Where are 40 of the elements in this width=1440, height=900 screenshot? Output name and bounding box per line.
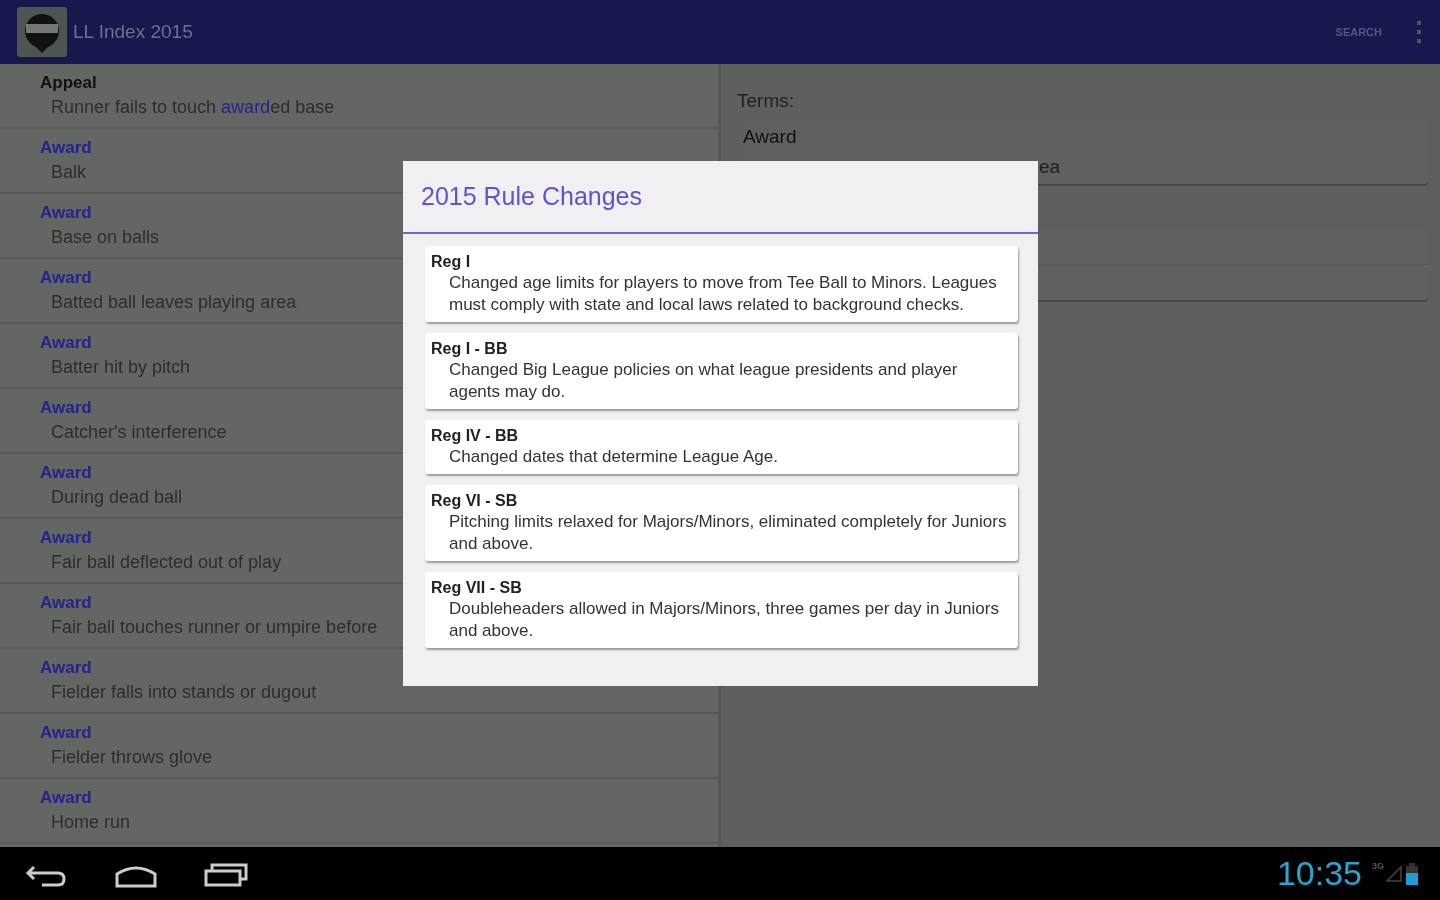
entry-title: Award xyxy=(40,722,92,744)
app-title: LL Index 2015 xyxy=(73,21,193,43)
rule-title: Reg IV - BB xyxy=(431,426,520,446)
entry-title: Award xyxy=(40,462,92,484)
entry-title: Award xyxy=(40,202,92,224)
network-type: 3G xyxy=(1372,861,1384,871)
entry-subtitle: Base on balls xyxy=(50,226,160,249)
entry-subtitle: Balk xyxy=(50,161,86,184)
rule-title: Reg VI - SB xyxy=(431,491,519,511)
entry-title: Award xyxy=(40,592,92,614)
entry-title: Award xyxy=(40,527,92,549)
index-list-item[interactable]: Award Home run xyxy=(0,779,718,844)
entry-title: Award xyxy=(40,397,92,419)
index-list-item[interactable]: Award Fielder throws glove xyxy=(0,714,718,779)
app-logo-icon[interactable] xyxy=(17,7,67,57)
entry-title: Award xyxy=(40,267,92,289)
clock: 10:35 xyxy=(1276,854,1362,893)
entry-title: Award xyxy=(40,787,92,809)
entry-subtitle: Batter hit by pitch xyxy=(50,356,191,379)
entry-title: Award xyxy=(40,657,92,679)
entry-title: Award xyxy=(40,332,92,354)
rule-title: Reg I - BB xyxy=(431,339,509,359)
entry-subtitle: Fielder falls into stands or dugout xyxy=(50,681,317,704)
term-text: ea xyxy=(1038,155,1062,179)
entry-subtitle: Home run xyxy=(50,811,131,834)
entry-subtitle: Fair ball touches runner or umpire before xyxy=(50,616,378,639)
battery-icon xyxy=(1406,862,1418,885)
entry-subtitle: Batted ball leaves playing area xyxy=(50,291,297,314)
entry-subtitle: Fair ball deflected out of play xyxy=(50,551,282,574)
entry-subtitle: Fielder throws glove xyxy=(50,746,213,769)
terms-label: Terms: xyxy=(737,90,795,112)
term-title: Award xyxy=(743,125,798,149)
search-button[interactable]: SEARCH xyxy=(1325,20,1392,44)
index-list-item[interactable]: Appeal Runner fails to touch awarded base xyxy=(0,64,718,129)
entry-title: Appeal xyxy=(40,72,97,94)
entry-title: Award xyxy=(40,137,92,159)
entry-subtitle: Runner fails to touch awarded base xyxy=(50,96,335,119)
entry-subtitle: Catcher's interference xyxy=(50,421,227,444)
entry-subtitle: During dead ball xyxy=(50,486,183,509)
signal-icon xyxy=(1386,865,1402,882)
